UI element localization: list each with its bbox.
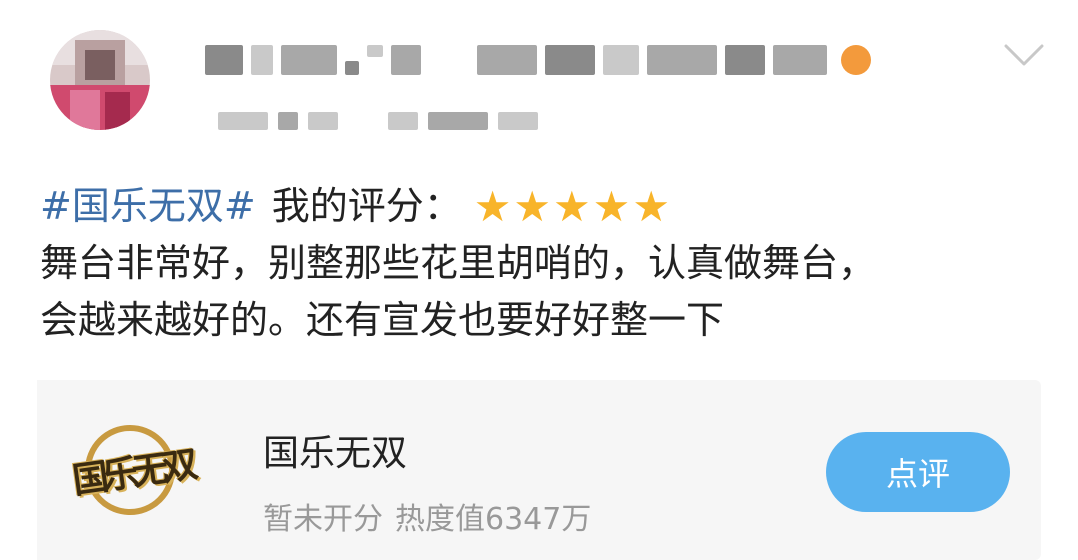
post-meta-obscured (218, 112, 538, 130)
post-text-line: 舞台非常好，别整那些花里胡哨的，认真做舞台， (40, 241, 877, 285)
vip-badge-icon (841, 45, 871, 75)
topic-link[interactable]: #国乐无双# (40, 178, 256, 235)
score-status: 暂未开分 (263, 502, 383, 537)
review-button[interactable]: 点评 (826, 432, 1010, 512)
show-logo: 国乐无双 (70, 443, 195, 503)
star-icon: ★ (632, 181, 670, 231)
post-content: #国乐无双# 我的评分： ★ ★ ★ ★ ★ 舞台非常好，别整那些花里胡哨的，认… (40, 178, 1050, 349)
user-avatar[interactable] (50, 30, 150, 130)
star-icon: ★ (553, 181, 591, 231)
rating-label: 我的评分： (271, 184, 462, 228)
star-icon: ★ (513, 181, 552, 231)
user-name-obscured[interactable] (205, 40, 871, 80)
show-stats: 暂未开分 热度值6347万 (263, 494, 591, 538)
chevron-down-icon[interactable] (1002, 40, 1046, 70)
show-cover-image: 国乐无双 (37, 380, 227, 560)
star-icon: ★ (473, 181, 512, 231)
star-icon: ★ (592, 181, 631, 231)
post-text-line: 会越来越好的。还有宣发也要好好整一下 (40, 298, 725, 342)
show-title: 国乐无双 (263, 433, 408, 474)
show-card[interactable]: 国乐无双 国乐无双 暂未开分 热度值6347万 点评 (37, 380, 1041, 560)
heat-value: 热度值6347万 (395, 502, 592, 537)
star-rating: ★ ★ ★ ★ ★ (473, 181, 670, 231)
